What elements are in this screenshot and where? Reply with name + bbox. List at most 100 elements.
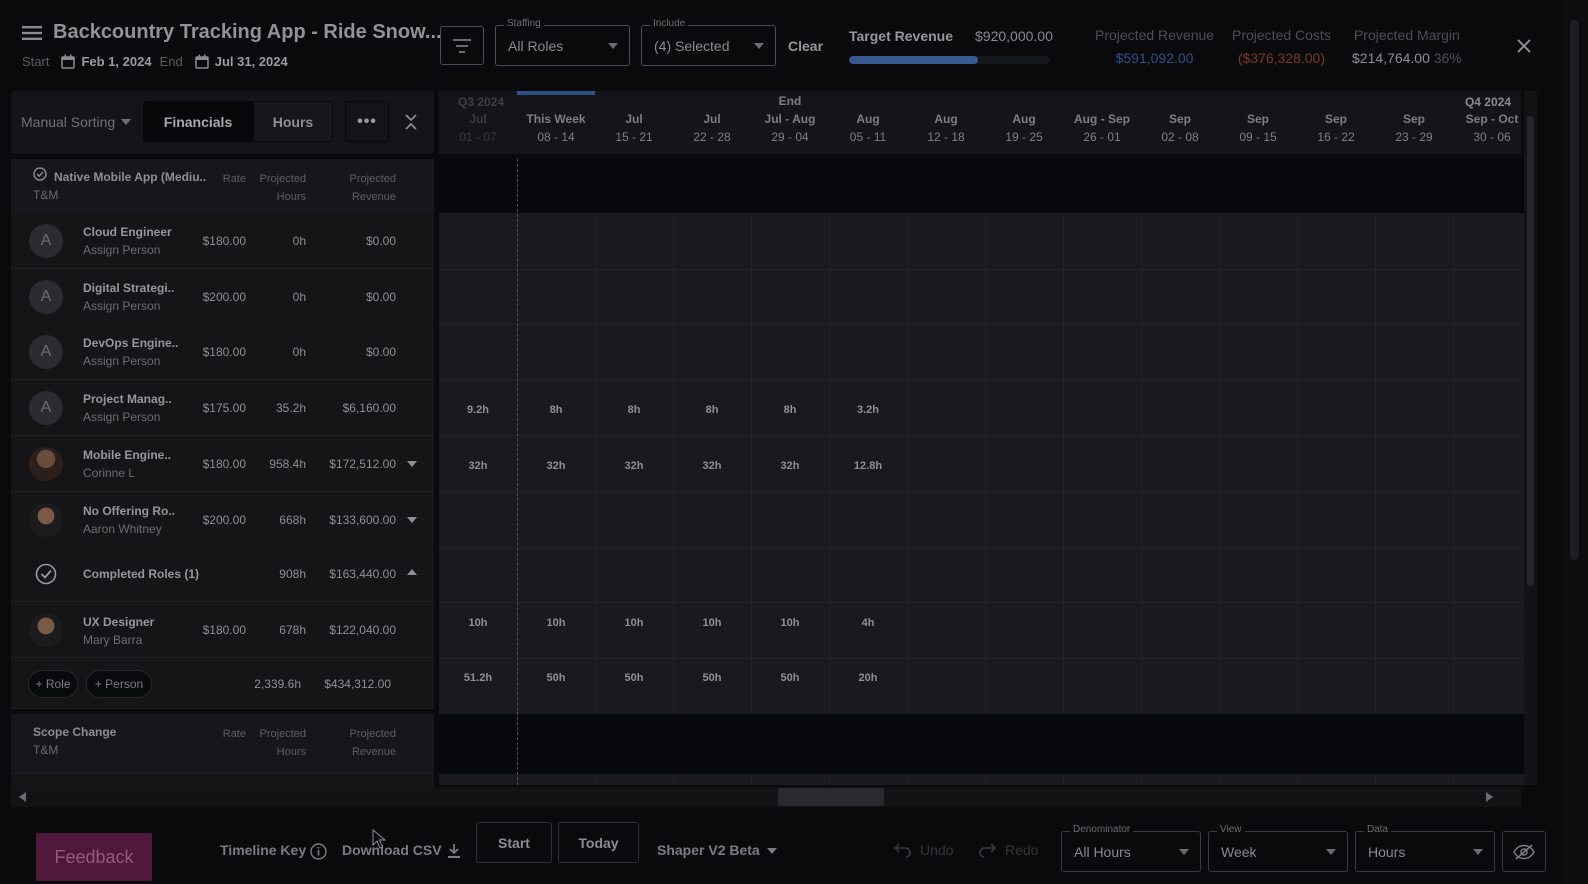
completed-roles-row[interactable]: Completed Roles (1) 908h $163,440.00 xyxy=(11,546,434,602)
hours-cell[interactable]: 10h xyxy=(595,617,673,629)
end-date[interactable]: Jul 31, 2024 xyxy=(215,54,288,69)
redo-button[interactable]: Redo xyxy=(1005,842,1038,858)
group-name[interactable]: Scope Change xyxy=(33,725,116,739)
week-month: Sep xyxy=(1168,112,1191,126)
hours-cell[interactable]: 32h xyxy=(751,460,829,472)
hours-cell[interactable]: 10h xyxy=(673,617,751,629)
hours-cell[interactable]: 3.2h xyxy=(829,404,907,416)
hours-cell[interactable]: 50h xyxy=(595,672,673,684)
denominator-select[interactable]: Denominator All Hours xyxy=(1061,824,1201,872)
hours-cell[interactable]: 9.2h xyxy=(439,404,517,416)
collapse-icon[interactable] xyxy=(404,113,418,131)
role-name[interactable]: Cloud Engineer xyxy=(83,225,172,239)
person-name[interactable]: Assign Person xyxy=(83,243,160,257)
view-select[interactable]: View Week xyxy=(1208,824,1348,872)
chevron-down-icon[interactable] xyxy=(407,461,417,467)
person-name[interactable]: Assign Person xyxy=(83,410,160,424)
hours-cell[interactable]: 4h xyxy=(829,617,907,629)
scroll-thumb[interactable] xyxy=(1527,116,1534,586)
avatar[interactable]: A xyxy=(29,391,63,425)
role-row[interactable]: A Project Manag.. Assign Person $175.00 35.2… xyxy=(11,380,434,436)
hours-cell[interactable]: 8h xyxy=(595,404,673,416)
more-options-button[interactable]: ••• xyxy=(345,101,389,142)
hours-cell[interactable]: 32h xyxy=(439,460,517,472)
hours-cell[interactable]: 10h xyxy=(751,617,829,629)
role-name[interactable]: Mobile Engine.. xyxy=(83,448,171,462)
group-name[interactable]: Native Mobile App (Mediu.. xyxy=(54,170,206,184)
clear-button[interactable]: Clear xyxy=(788,38,823,54)
hours-cell[interactable]: 32h xyxy=(673,460,751,472)
tab-hours[interactable]: Hours xyxy=(253,101,333,142)
today-button[interactable]: Today xyxy=(558,822,639,863)
staffing-select[interactable]: Staffing All Roles xyxy=(495,18,630,66)
role-row[interactable]: A DevOps Engine.. Assign Person $180.00 0h $0… xyxy=(11,324,434,380)
data-select[interactable]: Data Hours xyxy=(1355,824,1495,872)
role-row[interactable]: No Offering Ro.. Aaron Whitney $200.00 668h… xyxy=(11,492,434,548)
person-name[interactable]: Aaron Whitney xyxy=(83,522,162,536)
undo-icon[interactable] xyxy=(893,842,912,858)
hide-toggle-button[interactable] xyxy=(1502,831,1546,872)
avatar[interactable]: A xyxy=(29,335,63,369)
grid-line xyxy=(1453,159,1454,785)
tab-financials[interactable]: Financials xyxy=(143,101,253,142)
feedback-button[interactable]: Feedback xyxy=(36,833,152,881)
avatar[interactable] xyxy=(29,447,63,481)
download-icon[interactable] xyxy=(447,843,461,859)
add-role-button[interactable]: + Role xyxy=(28,670,78,698)
calendar-icon[interactable] xyxy=(194,54,209,69)
role-row[interactable]: A Cloud Engineer Assign Person $180.00 0h $0.… xyxy=(11,213,434,269)
start-date[interactable]: Feb 1, 2024 xyxy=(81,54,151,69)
sort-dropdown[interactable]: Manual Sorting xyxy=(21,114,132,130)
hours-cell[interactable]: 8h xyxy=(673,404,751,416)
timeline-key-button[interactable]: Timeline Key xyxy=(220,842,306,858)
hours-cell[interactable]: 51.2h xyxy=(439,672,517,684)
role-name[interactable]: Digital Strategi.. xyxy=(83,281,174,295)
timeline-grid[interactable]: 9.2h 8h 8h 8h 8h 3.2h 32h 32h 32h 32h 32h 12.8h 10h 1… xyxy=(439,159,1524,785)
hours-cell[interactable]: 50h xyxy=(751,672,829,684)
start-button[interactable]: Start xyxy=(476,822,552,863)
hours-cell[interactable]: 50h xyxy=(673,672,751,684)
hours-cell[interactable]: 12.8h xyxy=(829,460,907,472)
menu-icon[interactable] xyxy=(22,26,42,40)
info-icon[interactable] xyxy=(310,843,327,860)
avatar[interactable]: A xyxy=(29,280,63,314)
role-row[interactable]: Mobile Engine.. Corinne L $180.00 958.4h $17… xyxy=(11,436,434,492)
role-row[interactable]: UX Designer Mary Barra $180.00 678h $122… xyxy=(11,602,434,658)
hours-cell[interactable]: 50h xyxy=(517,672,595,684)
hours-cell[interactable]: 8h xyxy=(517,404,595,416)
shaper-dropdown[interactable]: Shaper V2 Beta xyxy=(657,842,777,858)
scroll-thumb[interactable] xyxy=(1570,20,1579,560)
horizontal-scrollbar[interactable] xyxy=(11,787,1521,807)
chevron-down-icon[interactable] xyxy=(407,517,417,523)
include-select[interactable]: Include (4) Selected xyxy=(641,18,776,66)
calendar-icon[interactable] xyxy=(61,54,76,69)
hours-cell[interactable]: 10h xyxy=(439,617,517,629)
role-name[interactable]: No Offering Ro.. xyxy=(83,504,175,518)
person-name[interactable]: Mary Barra xyxy=(83,633,142,647)
download-csv-button[interactable]: Download CSV xyxy=(342,842,442,858)
role-name[interactable]: Project Manag.. xyxy=(83,392,172,406)
vertical-scrollbar[interactable] xyxy=(1524,91,1537,785)
page-scrollbar[interactable] xyxy=(1562,0,1588,884)
undo-button[interactable]: Undo xyxy=(920,842,953,858)
scroll-thumb[interactable] xyxy=(778,788,884,806)
hours-cell[interactable]: 8h xyxy=(751,404,829,416)
add-person-button[interactable]: + Person xyxy=(86,670,152,698)
role-row[interactable]: A Digital Strategi.. Assign Person $200.00 0… xyxy=(11,269,434,325)
redo-icon[interactable] xyxy=(978,842,997,858)
hours-cell[interactable]: 10h xyxy=(517,617,595,629)
hours-cell[interactable]: 32h xyxy=(595,460,673,472)
filter-button[interactable] xyxy=(440,26,484,65)
scroll-left-icon[interactable] xyxy=(19,792,26,802)
hours-cell[interactable]: 20h xyxy=(829,672,907,684)
person-name[interactable]: Corinne L xyxy=(83,466,135,480)
scroll-right-icon[interactable] xyxy=(1486,792,1493,802)
hours-cell[interactable]: 32h xyxy=(517,460,595,472)
person-name[interactable]: Assign Person xyxy=(83,354,160,368)
avatar[interactable]: A xyxy=(29,224,63,258)
close-icon[interactable] xyxy=(1516,38,1532,54)
chevron-up-icon[interactable] xyxy=(407,569,417,575)
avatar[interactable] xyxy=(29,503,63,537)
role-name[interactable]: DevOps Engine.. xyxy=(83,336,178,350)
person-name[interactable]: Assign Person xyxy=(83,299,160,313)
